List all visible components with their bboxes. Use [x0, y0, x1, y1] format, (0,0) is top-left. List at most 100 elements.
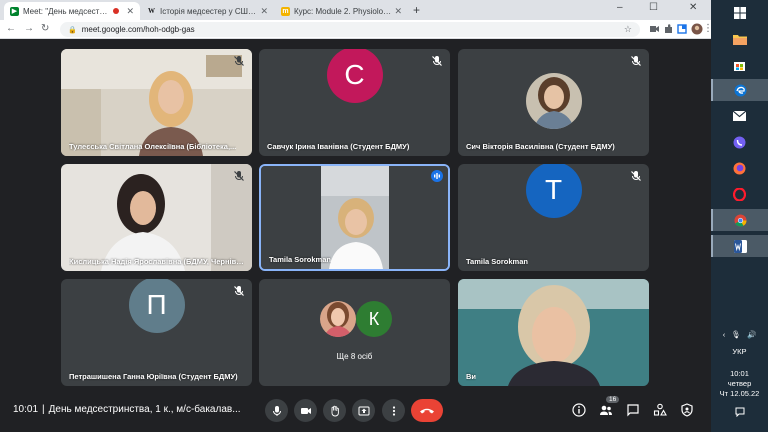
browser-window: ▶ Meet: "День медсестринства ✕ W Історія… — [0, 0, 713, 432]
windows-logo-icon — [733, 7, 746, 19]
activities-icon[interactable] — [653, 403, 667, 417]
participant-tile[interactable]: П Петрашишена Ганна Юріївна (Студент БДМ… — [61, 279, 252, 386]
system-tray-icons: ‹ 🎙 🔊 — [711, 330, 768, 339]
participant-tile[interactable]: Сич Вікторія Василівна (Студент БДМУ) — [458, 49, 649, 156]
mic-off-icon — [234, 171, 244, 181]
meeting-title: День медсестринства, 1 к., м/с-бакалав..… — [48, 404, 241, 415]
participant-name: Ви — [466, 372, 477, 381]
taskbar-mail[interactable] — [711, 105, 768, 127]
bookmark-star-icon[interactable]: ☆ — [624, 24, 632, 35]
profile-avatar[interactable] — [691, 23, 703, 35]
present-screen-icon — [358, 406, 369, 415]
taskbar-file-explorer[interactable] — [711, 28, 768, 50]
camera-indicator-icon[interactable] — [649, 24, 659, 34]
participant-tile-speaking[interactable]: Tamila Sorokman — [259, 164, 450, 271]
forward-button[interactable]: → — [24, 23, 34, 34]
taskbar-edge[interactable] — [711, 79, 768, 101]
taskbar-viber[interactable] — [711, 131, 768, 153]
close-tab-icon[interactable]: ✕ — [394, 6, 402, 17]
opera-icon — [733, 187, 746, 201]
meet-stage: Тулеєська Світлана Олексіївна (Бібліотек… — [0, 40, 711, 392]
volume-icon[interactable]: 🔊 — [747, 330, 756, 339]
windows-taskbar: ‹ 🎙 🔊 УКР 10:01 четвер Чт 12.05.22 — [711, 0, 768, 432]
tab-meet[interactable]: ▶ Meet: "День медсестринства ✕ — [4, 2, 140, 20]
participant-video — [61, 49, 252, 156]
taskbar-firefox[interactable] — [711, 157, 768, 179]
start-button[interactable] — [711, 2, 768, 24]
viber-icon — [733, 136, 746, 148]
browser-toolbar: ← → ↻ 🔒 meet.google.com/hoh-odgb-gas ☆ ⋮ — [0, 20, 713, 39]
mic-off-icon — [234, 56, 244, 66]
clock-time[interactable]: 10:01 — [711, 369, 768, 378]
taskbar-store[interactable] — [711, 54, 768, 76]
participant-tile[interactable]: Кислицька Надія Ярославівна (БДМУ, Черні… — [61, 164, 252, 271]
meet-control-bar: 10:01 | День медсестринства, 1 к., м/с-бак… — [0, 392, 711, 432]
notifications-icon[interactable] — [711, 407, 768, 419]
more-vert-icon — [392, 405, 395, 416]
raise-hand-button[interactable] — [323, 399, 346, 422]
clock-day[interactable]: четвер — [711, 379, 768, 388]
back-button[interactable]: ← — [6, 23, 16, 34]
tab-wikipedia[interactable]: W Історія медсестер у США - Вікі ✕ — [141, 2, 274, 20]
self-tile[interactable]: Ви — [458, 279, 649, 386]
tab-title: Meet: "День медсестринства — [23, 6, 109, 16]
minimize-button[interactable]: – — [617, 2, 623, 13]
chat-icon[interactable] — [626, 403, 640, 417]
wikipedia-favicon-icon: W — [148, 7, 155, 15]
mic-tray-icon[interactable]: 🎙 — [731, 330, 741, 339]
new-tab-button[interactable]: + — [413, 3, 420, 17]
folder-icon — [732, 35, 747, 45]
word-icon — [734, 239, 747, 253]
taskbar-chrome[interactable] — [711, 209, 768, 231]
reload-button[interactable]: ↻ — [41, 23, 49, 34]
participant-name: Кислицька Надія Ярославівна (БДМУ, Черні… — [69, 257, 244, 266]
taskbar-word[interactable] — [711, 235, 768, 257]
meeting-info: 10:01 | День медсестринства, 1 к., м/с-бак… — [13, 404, 241, 415]
mail-icon — [733, 111, 746, 121]
tab-title: Історія медсестер у США - Вікі — [160, 6, 257, 16]
camera-icon — [300, 407, 311, 414]
camera-button[interactable] — [294, 399, 317, 422]
tab-course[interactable]: m Курс: Module 2. Physiology of w ✕ — [275, 2, 408, 20]
profile-photo-avatar — [320, 301, 356, 337]
close-tab-icon[interactable]: ✕ — [260, 6, 268, 17]
microphone-icon — [272, 405, 281, 416]
present-screen-button[interactable] — [352, 399, 375, 422]
tab-bar: ▶ Meet: "День медсестринства ✕ W Історія… — [0, 0, 711, 20]
moodle-favicon-icon: m — [281, 6, 290, 16]
meet-favicon-icon: ▶ — [10, 6, 19, 16]
participant-video — [261, 166, 448, 269]
taskbar-opera[interactable] — [711, 183, 768, 205]
initial-avatar: К — [356, 301, 392, 337]
participant-tile[interactable]: С Савчук Ірина Іванівна (Студент БДМУ) — [259, 49, 450, 156]
address-bar[interactable]: 🔒 meet.google.com/hoh-odgb-gas ☆ — [60, 22, 640, 37]
host-controls-icon[interactable] — [680, 403, 694, 417]
mic-off-icon — [432, 56, 442, 66]
edge-browser-icon — [734, 84, 747, 96]
close-tab-icon[interactable]: ✕ — [126, 6, 134, 17]
tab-title: Курс: Module 2. Physiology of w — [294, 6, 392, 16]
microphone-button[interactable] — [265, 399, 288, 422]
close-window-button[interactable]: ✕ — [689, 2, 697, 13]
mic-off-icon — [631, 171, 641, 181]
recording-dot-icon — [113, 8, 120, 14]
clock-date[interactable]: Чт 12.05.22 — [711, 389, 768, 398]
others-tile[interactable]: К Ще 8 осіб — [259, 279, 450, 386]
url-text: meet.google.com/hoh-odgb-gas — [81, 25, 195, 34]
language-indicator[interactable]: УКР — [711, 347, 768, 356]
people-icon[interactable] — [599, 403, 613, 417]
mic-off-icon — [234, 286, 244, 296]
meeting-details-icon[interactable] — [572, 403, 586, 417]
participant-name: Савчук Ірина Іванівна (Студент БДМУ) — [267, 142, 410, 151]
participant-tile[interactable]: Тулеєська Світлана Олексіївна (Бібліотек… — [61, 49, 252, 156]
extensions-icon[interactable] — [663, 24, 673, 34]
more-options-button[interactable] — [382, 399, 405, 422]
chevron-up-icon[interactable]: ‹ — [723, 330, 726, 339]
initial-avatar: П — [128, 279, 185, 333]
maximize-button[interactable]: ☐ — [649, 2, 658, 13]
profile-photo-avatar — [525, 73, 582, 129]
cast-icon[interactable] — [677, 24, 687, 34]
participant-name: Тулеєська Світлана Олексіївна (Бібліотек… — [69, 142, 237, 151]
end-call-button[interactable] — [411, 399, 443, 422]
participant-tile[interactable]: T Tamila Sorokman — [458, 164, 649, 271]
